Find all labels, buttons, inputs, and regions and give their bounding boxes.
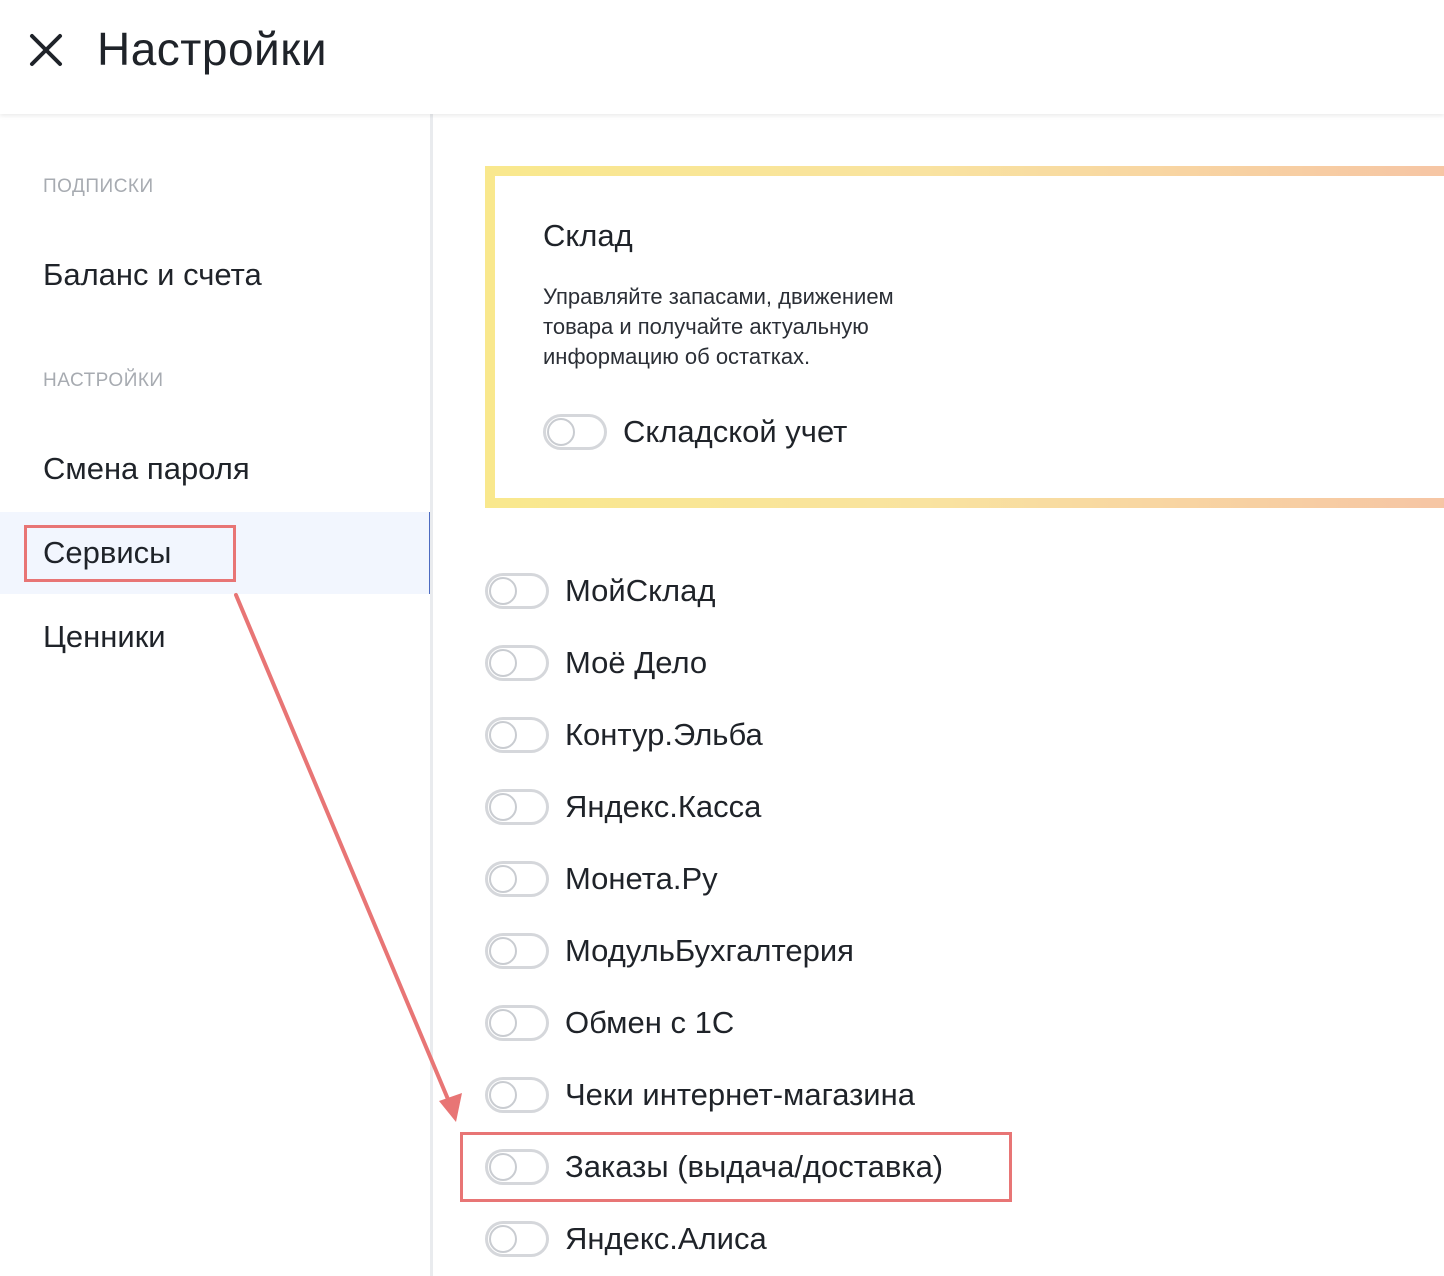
promo-toggle-row: Складской учет [543,412,847,452]
promo-card-warehouse: Склад Управляйте запасами, движением тов… [485,166,1444,508]
toggle-moysklad[interactable] [485,573,549,609]
service-label: Заказы (выдача/доставка) [565,1149,944,1184]
service-row-online-receipts: Чеки интернет-магазина [485,1075,915,1115]
service-row-yandex-alisa: Яндекс.Алиса [485,1219,767,1259]
toggle-moneta-ru[interactable] [485,861,549,897]
service-row-modulbuhgalteria: МодульБухгалтерия [485,931,854,971]
sidebar-item-price-tags[interactable]: Ценники [0,596,433,678]
close-icon [30,34,62,66]
toggle-online-receipts[interactable] [485,1077,549,1113]
sidebar-item-change-password[interactable]: Смена пароля [0,428,433,510]
toggle-kontur-elba[interactable] [485,717,549,753]
service-row-yandex-kassa: Яндекс.Касса [485,787,761,827]
service-label: Монета.Ру [565,861,718,896]
sidebar: ПОДПИСКИ Баланс и счета НАСТРОЙКИ Смена … [0,114,433,1276]
toggle-orders[interactable] [485,1149,549,1185]
header: Настройки [0,0,1444,114]
toggle-yandex-kassa[interactable] [485,789,549,825]
sidebar-item-services[interactable]: Сервисы [0,512,433,594]
promo-description: Управляйте запасами, движением товара и … [543,284,894,369]
service-label: Яндекс.Касса [565,789,762,824]
toggle-label: Складской учет [623,414,848,449]
sidebar-section-subscriptions: ПОДПИСКИ [43,176,154,197]
page-title: Настройки [97,23,328,75]
service-label: Яндекс.Алиса [565,1221,767,1256]
sidebar-section-settings: НАСТРОЙКИ [43,370,164,391]
toggle-1c-exchange[interactable] [485,1005,549,1041]
sidebar-item-balance[interactable]: Баланс и счета [0,234,433,316]
service-row-kontur-elba: Контур.Эльба [485,715,763,755]
toggle-moe-delo[interactable] [485,645,549,681]
service-label: МодульБухгалтерия [565,933,854,968]
services-panel: Склад Управляйте запасами, движением тов… [433,114,1444,1276]
toggle-modulbuhgalteria[interactable] [485,933,549,969]
service-label: Моё Дело [565,645,708,680]
service-label: Контур.Эльба [565,717,763,752]
toggle-yandex-alisa[interactable] [485,1221,549,1257]
service-label: Обмен с 1С [565,1005,735,1040]
service-row-1c-exchange: Обмен с 1С [485,1003,734,1043]
promo-card-inner: Склад Управляйте запасами, движением тов… [495,176,1444,498]
service-row-moysklad: МойСклад [485,571,715,611]
toggle-warehouse-accounting[interactable] [543,414,607,450]
service-label: Чеки интернет-магазина [565,1077,915,1112]
service-row-moe-delo: Моё Дело [485,643,707,683]
close-button[interactable] [24,26,68,72]
service-label: МойСклад [565,573,716,608]
service-row-orders: Заказы (выдача/доставка) [485,1147,943,1187]
promo-title: Склад [543,218,633,253]
service-row-moneta-ru: Монета.Ру [485,859,718,899]
